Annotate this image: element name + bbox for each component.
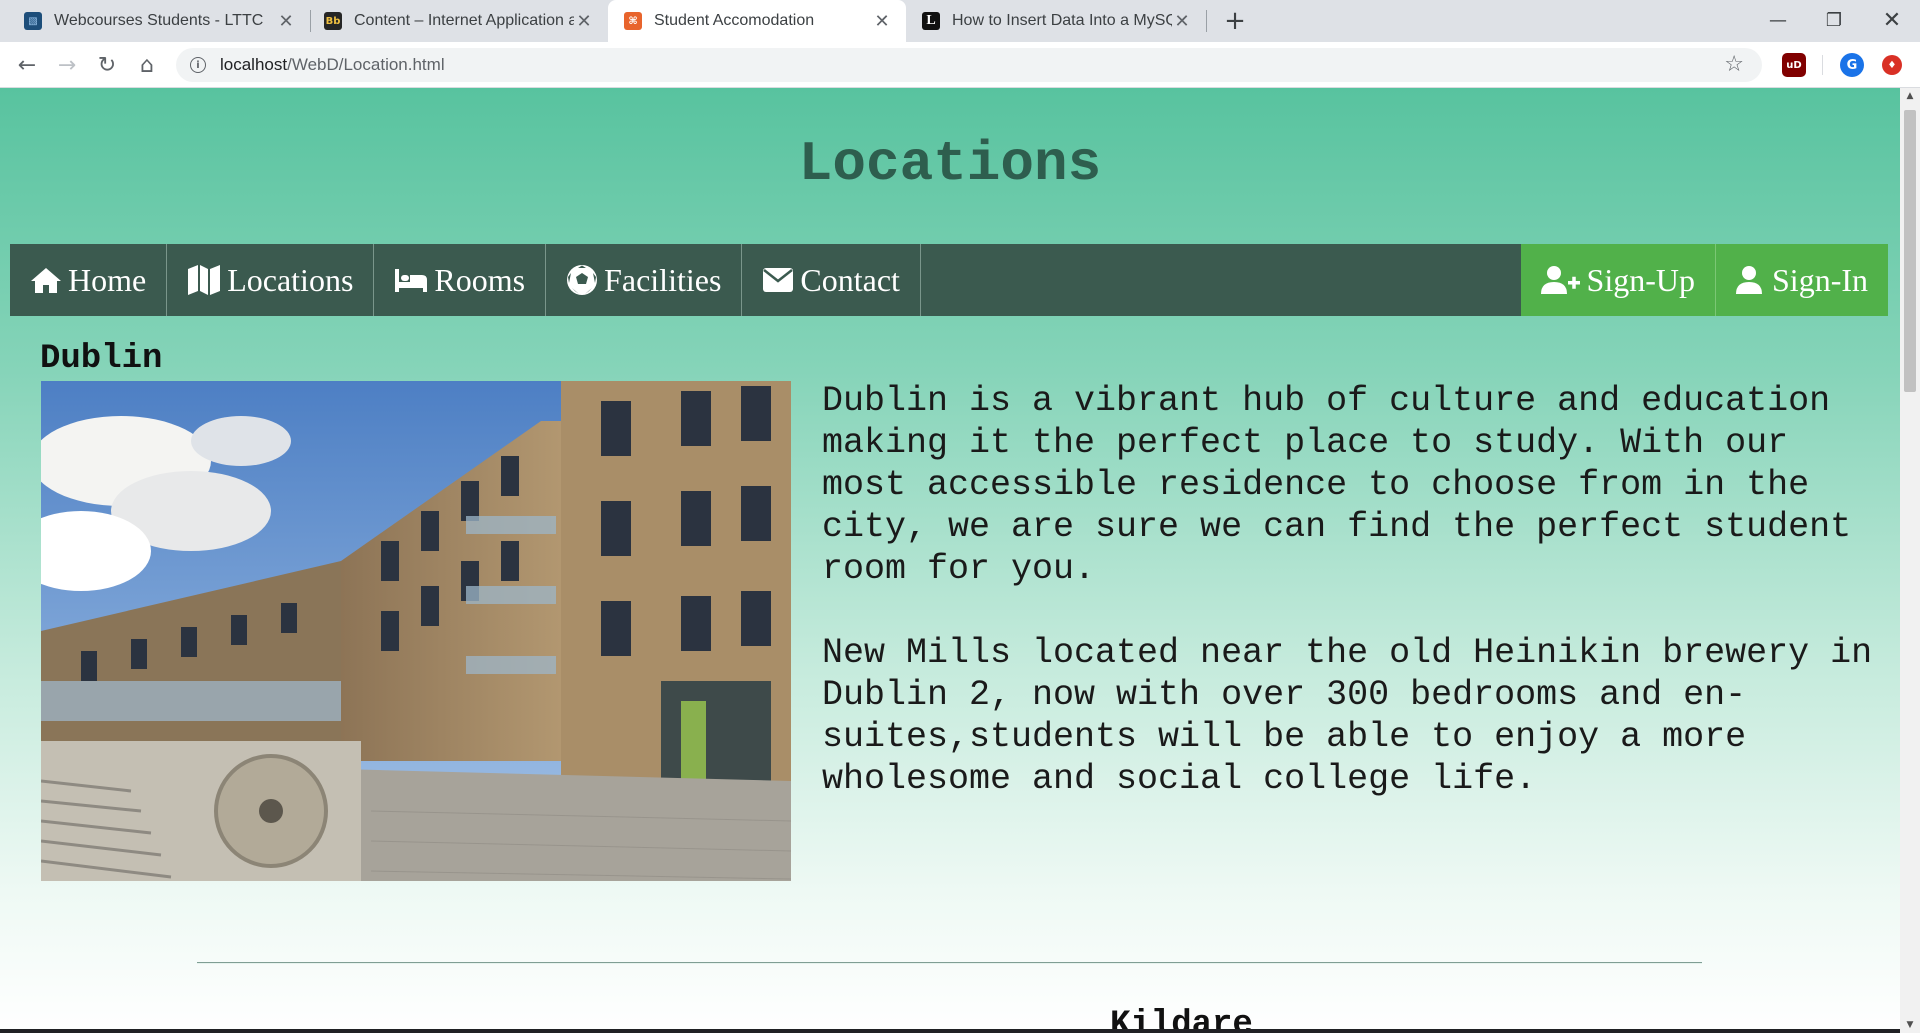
url-host: localhost bbox=[220, 55, 288, 74]
webcourses-icon: ▧ bbox=[24, 12, 42, 30]
close-icon[interactable]: ✕ bbox=[872, 11, 892, 32]
tab-title: How to Insert Data Into a MySQL bbox=[952, 12, 1172, 29]
page-title: Locations bbox=[798, 132, 1102, 196]
browser-tab-mysql[interactable]: L How to Insert Data Into a MySQL ✕ bbox=[906, 0, 1206, 42]
browser-tab-content[interactable]: Bb Content – Internet Application ar ✕ bbox=[310, 0, 608, 42]
close-icon[interactable]: ✕ bbox=[276, 11, 296, 32]
back-arrow-icon[interactable]: ← bbox=[12, 50, 42, 80]
ublock-icon[interactable]: uD bbox=[1782, 53, 1806, 77]
window-close-icon[interactable]: ✕ bbox=[1864, 0, 1920, 40]
scroll-down-icon[interactable]: ▼ bbox=[1900, 1017, 1920, 1033]
address-bar[interactable]: i localhost/WebD/Location.html ☆ bbox=[176, 48, 1762, 82]
football-icon bbox=[567, 265, 598, 295]
restore-icon[interactable]: ❐ bbox=[1806, 0, 1862, 40]
home-page-icon[interactable]: ⌂ bbox=[132, 50, 162, 80]
close-icon[interactable]: ✕ bbox=[1172, 11, 1192, 32]
residence-photo bbox=[41, 381, 791, 881]
close-icon[interactable]: ✕ bbox=[574, 11, 594, 32]
browser-tab-student-accomodation[interactable]: ⌘ Student Accomodation ✕ bbox=[608, 0, 906, 42]
nav-label: Home bbox=[68, 261, 147, 298]
alert-extension-icon[interactable]: ♦ bbox=[1882, 55, 1902, 75]
tab-separator bbox=[1206, 10, 1207, 32]
nav-facilities[interactable]: Facilities bbox=[546, 244, 743, 316]
forward-arrow-icon[interactable]: → bbox=[52, 50, 82, 80]
taskbar-edge bbox=[0, 1029, 1900, 1033]
bookmark-star-icon[interactable]: ☆ bbox=[1724, 52, 1744, 77]
section-title-dublin: Dublin bbox=[40, 340, 163, 378]
tab-title: Student Accomodation bbox=[654, 12, 815, 29]
page-viewport: Locations Home Locations Rooms Facilitie… bbox=[0, 88, 1900, 1033]
tab-title: Webcourses Students - LTTC bbox=[54, 12, 264, 29]
nav-locations[interactable]: Locations bbox=[167, 244, 375, 316]
nav-contact[interactable]: Contact bbox=[742, 244, 921, 316]
url-text[interactable]: localhost/WebD/Location.html bbox=[220, 55, 445, 75]
tab-strip: ▧ Webcourses Students - LTTC ✕ Bb Conten… bbox=[0, 0, 1920, 42]
nav-rooms[interactable]: Rooms bbox=[374, 244, 547, 316]
lifewire-icon: L bbox=[922, 12, 940, 30]
description-paragraph: New Mills located near the old Heinikin … bbox=[822, 633, 1873, 799]
user-icon bbox=[1736, 266, 1762, 294]
home-icon bbox=[31, 268, 61, 293]
nav-label: Rooms bbox=[434, 261, 526, 298]
toolbar-separator bbox=[1822, 55, 1823, 75]
nav-sign-in[interactable]: Sign-In bbox=[1716, 244, 1888, 316]
page-scrollbar[interactable]: ▲ ▼ bbox=[1900, 88, 1920, 1033]
nav-label: Sign-In bbox=[1772, 261, 1868, 298]
nav-label: Sign-Up bbox=[1586, 261, 1695, 298]
main-navbar: Home Locations Rooms Facilities Contact … bbox=[10, 244, 1888, 316]
section-divider bbox=[197, 962, 1702, 964]
envelope-icon bbox=[763, 268, 794, 292]
reload-icon[interactable]: ↻ bbox=[92, 50, 122, 80]
profile-avatar[interactable]: G bbox=[1840, 53, 1864, 77]
nav-label: Locations bbox=[227, 261, 354, 298]
map-icon bbox=[188, 265, 221, 295]
blackboard-icon: Bb bbox=[324, 12, 342, 30]
url-path: /WebD/Location.html bbox=[287, 55, 445, 74]
residence-illustration bbox=[41, 381, 791, 881]
description-paragraph: Dublin is a vibrant hub of culture and e… bbox=[822, 381, 1852, 589]
new-tab-button[interactable]: + bbox=[1220, 6, 1250, 36]
browser-toolbar: ← → ↻ ⌂ i localhost/WebD/Location.html ☆… bbox=[0, 42, 1920, 88]
nav-home[interactable]: Home bbox=[10, 244, 168, 316]
nav-label: Facilities bbox=[604, 261, 722, 298]
minimize-icon[interactable]: — bbox=[1750, 0, 1806, 40]
user-plus-icon bbox=[1540, 266, 1580, 294]
dublin-description: Dublin is a vibrant hub of culture and e… bbox=[822, 380, 1892, 842]
tab-title: Content – Internet Application ar bbox=[354, 12, 574, 29]
nav-label: Contact bbox=[800, 261, 900, 298]
bed-icon bbox=[395, 269, 428, 292]
xampp-icon: ⌘ bbox=[624, 12, 642, 30]
scroll-thumb[interactable] bbox=[1904, 110, 1916, 392]
browser-tab-webcourses[interactable]: ▧ Webcourses Students - LTTC ✕ bbox=[0, 0, 310, 42]
scroll-up-icon[interactable]: ▲ bbox=[1900, 88, 1920, 104]
nav-sign-up[interactable]: Sign-Up bbox=[1520, 244, 1716, 316]
info-icon[interactable]: i bbox=[190, 57, 206, 73]
